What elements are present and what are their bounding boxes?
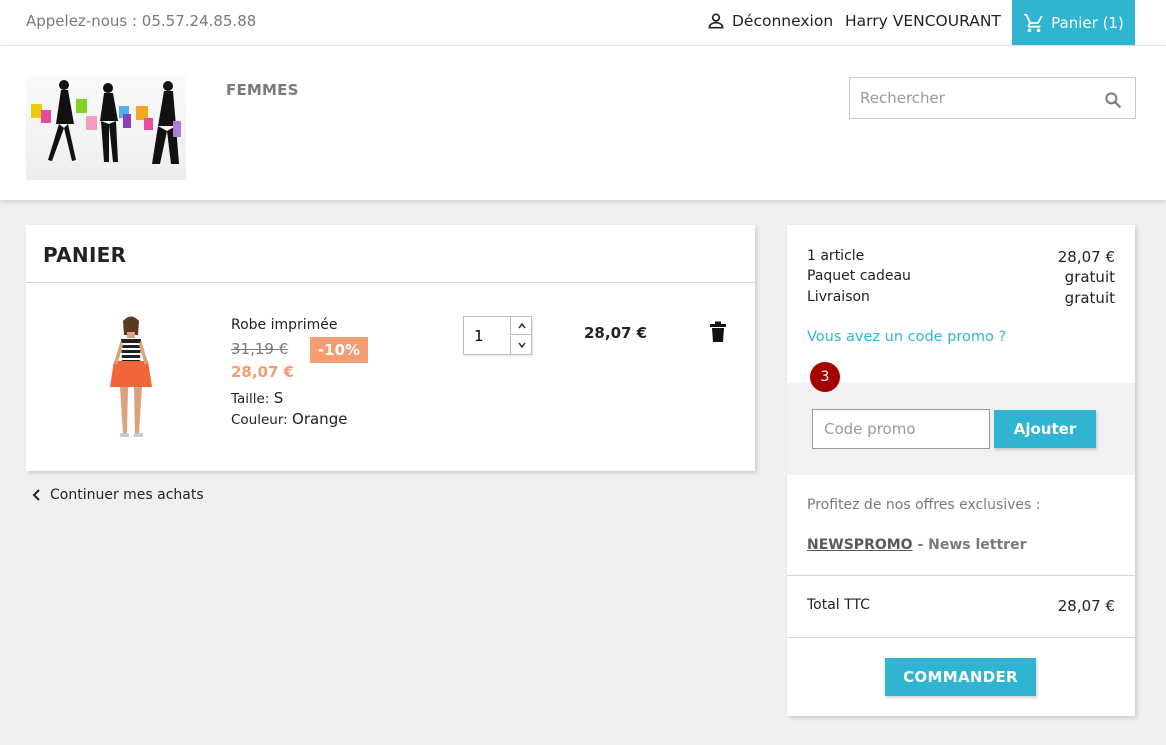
quantity-decrease-button[interactable] [510,336,532,354]
quantity-increase-button[interactable] [510,317,532,335]
chevron-left-icon [32,489,40,501]
offer-code-link[interactable]: NEWSPROMO [807,537,913,553]
cart-title: PANIER [43,243,127,267]
user-icon [708,13,724,29]
divider [787,637,1135,638]
summary-row-label: 1 article [807,248,865,264]
promo-code-input[interactable] [812,409,990,449]
summary-row-value: gratuit [1064,268,1115,286]
chevron-down-icon [517,342,526,349]
continue-shopping-label: Continuer mes achats [50,487,204,503]
checkout-button[interactable]: COMMANDER [885,658,1036,696]
divider [787,575,1135,576]
summary-row-label: Paquet cadeau [807,268,911,284]
quantity-stepper [463,316,532,355]
shop-logo[interactable] [26,76,186,180]
summary-row-items: 1 article 28,07 € [807,248,1115,266]
search-icon[interactable] [1103,90,1123,110]
line-total-price: 28,07 € [584,324,648,342]
offer-description: - News lettrer [912,537,1027,553]
total-label: Total TTC [807,597,870,613]
color-label: Couleur: [231,412,288,428]
total-value: 28,07 € [1057,597,1115,615]
offer-item: NEWSPROMO - News lettrer [807,537,1027,553]
product-color: Couleur: Orange [231,410,347,428]
top-bar: Appelez-nous : 05.57.24.85.88 Déconnexio… [0,0,1166,46]
discount-badge: -10% [310,337,368,363]
summary-row-value: 28,07 € [1057,248,1115,266]
search-input[interactable] [850,78,1090,118]
product-size: Taille: S [231,389,283,407]
summary-row-gift: Paquet cadeau gratuit [807,268,1115,286]
size-value: S [273,389,284,407]
product-name-link[interactable]: Robe imprimée [231,317,338,333]
size-label: Taille: [231,391,270,407]
cart-button-label: Panier (1) [1051,13,1124,32]
shopping-cart-icon [1024,13,1043,32]
continue-shopping-link[interactable]: Continuer mes achats [32,487,204,503]
contact-phone: Appelez-nous : 05.57.24.85.88 [26,12,257,30]
logout-label: Déconnexion [732,12,834,30]
nav-item-femmes[interactable]: FEMMES [226,81,299,99]
summary-row-label: Livraison [807,289,870,305]
total-row: Total TTC 28,07 € [807,597,1115,615]
product-price: 28,07 € [231,363,295,381]
promo-code-link[interactable]: Vous avez un code promo ? [807,329,1006,345]
delete-icon[interactable] [709,321,727,343]
search-box [849,77,1136,119]
step-badge: 3 [810,362,840,392]
quantity-input[interactable] [464,317,510,354]
color-value: Orange [292,410,348,428]
product-old-price: 31,19 € [231,340,289,358]
product-image[interactable] [76,313,186,443]
order-summary: 1 article 28,07 € Paquet cadeau gratuit … [787,225,1135,716]
divider [26,282,755,283]
logout-link[interactable]: Déconnexion [706,11,833,31]
summary-row-value: gratuit [1064,289,1115,307]
add-promo-button[interactable]: Ajouter [994,410,1096,448]
exclusive-offers-text: Profitez de nos offres exclusives : [807,497,1041,513]
chevron-up-icon [517,322,526,328]
account-name-link[interactable]: Harry VENCOURANT [845,12,1001,30]
site-header: FEMMES [0,46,1166,200]
cart-panel: PANIER Robe imprimée 31,19 € -10% 28,07 … [26,225,755,471]
cart-button[interactable]: Panier (1) [1012,0,1135,45]
summary-row-shipping: Livraison gratuit [807,289,1115,307]
